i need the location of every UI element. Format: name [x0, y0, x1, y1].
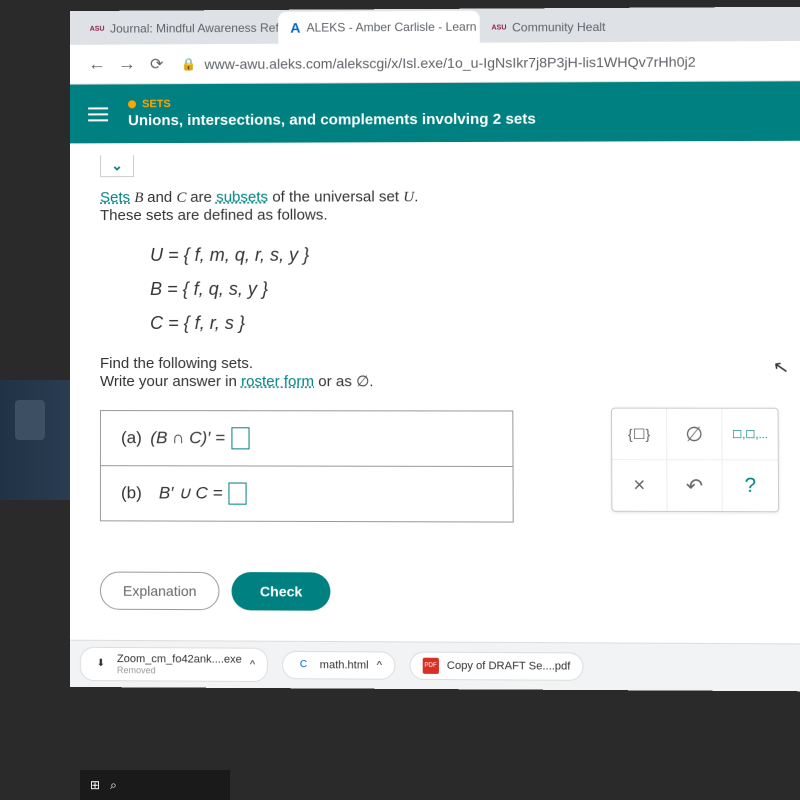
download-math[interactable]: C math.html ^ — [282, 650, 395, 679]
page-header: SETS Unions, intersections, and compleme… — [70, 81, 800, 143]
back-button[interactable]: ← — [88, 54, 106, 75]
asu-icon: ASU — [90, 22, 104, 36]
tab-aleks[interactable]: A ALEKS - Amber Carlisle - Learn × — [278, 11, 480, 44]
reload-button[interactable]: ⟳ — [150, 54, 163, 74]
set-b: B = { f, q, s, y } — [150, 271, 778, 306]
tools-panel: {☐} ∅ ☐,☐,... × ↶ ? — [611, 408, 779, 513]
check-button[interactable]: Check — [232, 572, 331, 611]
download-name: math.html — [320, 659, 369, 671]
tab-community[interactable]: ASU Community Healt — [480, 12, 618, 43]
action-buttons: Explanation Check — [70, 561, 800, 643]
url-input[interactable]: 🔒 www-awu.aleks.com/alekscgi/x/Isl.exe/1… — [181, 53, 795, 72]
aleks-icon: A — [290, 21, 300, 35]
problem-intro: Sets B and C are subsets of the universa… — [100, 187, 777, 207]
tabs-bar: ASU Journal: Mindful Awareness Refle × A… — [70, 7, 800, 45]
chevron-down-icon[interactable]: ⌄ — [100, 155, 134, 177]
chevron-up-icon[interactable]: ^ — [377, 659, 382, 671]
menu-icon[interactable] — [88, 107, 108, 121]
cursor-icon: ↖ — [771, 356, 790, 380]
set-definitions: U = { f, m, q, r, s, y } B = { f, q, s, … — [150, 237, 778, 341]
tab-label: Journal: Mindful Awareness Refle — [110, 21, 278, 36]
forward-button[interactable]: → — [118, 53, 136, 74]
roster-tool[interactable]: ☐,☐,... — [722, 409, 778, 460]
chevron-up-icon[interactable]: ^ — [250, 658, 255, 670]
set-u: U = { f, m, q, r, s, y } — [150, 237, 778, 272]
chrome-icon: C — [295, 657, 311, 673]
undo-tool[interactable]: ↶ — [667, 460, 722, 511]
download-zoom[interactable]: ⬇ Zoom_cm_fo42ank....exe Removed ^ — [80, 646, 268, 681]
braces-tool[interactable]: {☐} — [612, 409, 667, 460]
clear-tool[interactable]: × — [612, 460, 667, 511]
download-name: Copy of DRAFT Se....pdf — [447, 659, 571, 672]
answer-box: (a) (B ∩ C)′ = (b) B′ ∪ C = — [100, 410, 514, 523]
question-b: (b) B′ ∪ C = — [101, 466, 513, 521]
tab-label: ALEKS - Amber Carlisle - Learn — [306, 20, 476, 35]
taskbar: ⊞ ⌕ — [80, 770, 230, 800]
download-icon: ⬇ — [93, 655, 109, 671]
download-status: Removed — [117, 665, 242, 676]
tab-label: Community Healt — [512, 20, 605, 35]
search-icon[interactable]: ⌕ — [110, 778, 117, 793]
tab-journal[interactable]: ASU Journal: Mindful Awareness Refle × — [78, 12, 278, 45]
sets-link[interactable]: Sets — [100, 189, 130, 206]
downloads-bar: ⬇ Zoom_cm_fo42ank....exe Removed ^ C mat… — [70, 639, 800, 691]
asu-icon: ASU — [492, 21, 506, 35]
write-text: Write your answer in roster form or as ∅… — [100, 372, 778, 391]
topic-title: Unions, intersections, and complements i… — [128, 111, 536, 130]
windows-icon[interactable]: ⊞ — [90, 778, 100, 792]
url-text: www-awu.aleks.com/alekscgi/x/Isl.exe/1o_… — [204, 53, 695, 71]
address-bar: ← → ⟳ 🔒 www-awu.aleks.com/alekscgi/x/Isl… — [70, 41, 800, 85]
explanation-button[interactable]: Explanation — [100, 571, 220, 610]
lock-icon: 🔒 — [181, 57, 196, 71]
emptyset-tool[interactable]: ∅ — [667, 409, 722, 460]
subsets-link[interactable]: subsets — [216, 189, 268, 206]
question-a: (a) (B ∩ C)′ = — [101, 411, 513, 467]
answer-input-b[interactable] — [229, 482, 247, 504]
set-c: C = { f, r, s } — [150, 306, 778, 341]
category-label: SETS — [128, 97, 536, 111]
download-pdf[interactable]: PDF Copy of DRAFT Se....pdf — [409, 651, 583, 680]
roster-link[interactable]: roster form — [241, 373, 314, 390]
problem-intro2: These sets are defined as follows. — [100, 205, 777, 224]
answer-input-a[interactable] — [231, 427, 249, 449]
download-name: Zoom_cm_fo42ank....exe — [117, 653, 242, 666]
help-tool[interactable]: ? — [723, 460, 779, 511]
find-text: Find the following sets. — [100, 355, 778, 372]
pdf-icon: PDF — [422, 657, 438, 673]
